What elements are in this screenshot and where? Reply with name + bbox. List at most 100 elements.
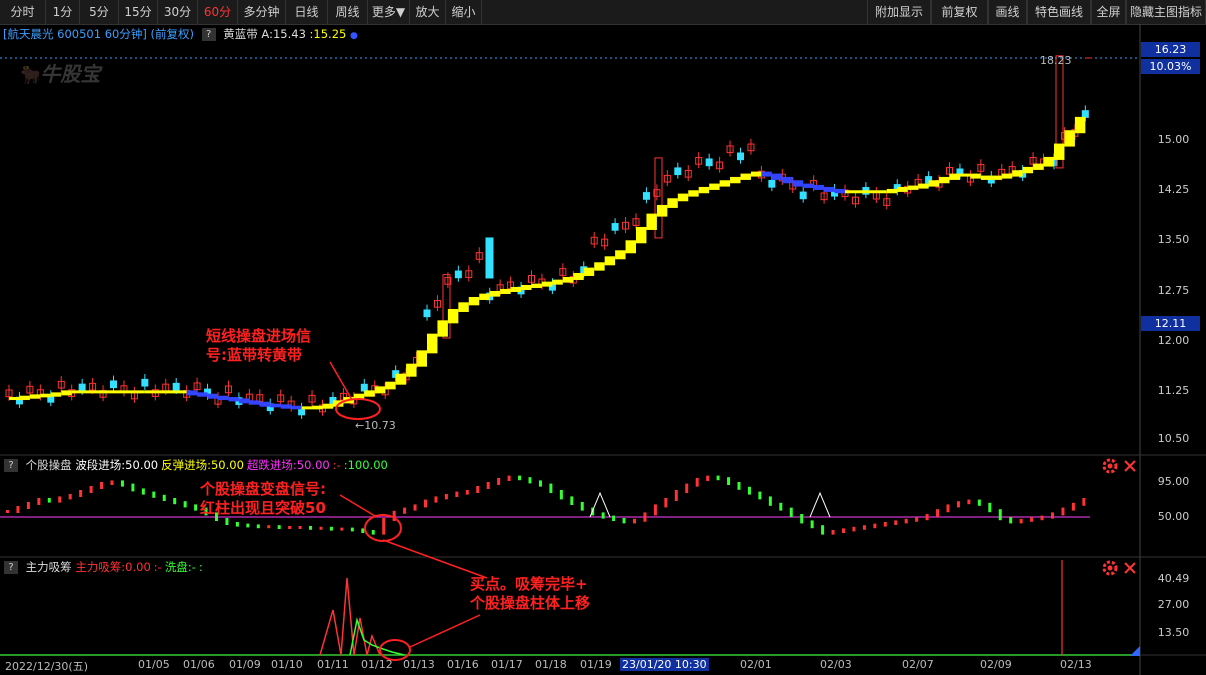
panel1-bar — [821, 525, 825, 535]
band-segment — [479, 293, 490, 300]
annotation-buy-point: 买点。吸筹完毕+ 个股操盘柱体上移 — [470, 575, 590, 613]
panel1-bar — [455, 491, 459, 497]
panel1-bar — [465, 490, 469, 495]
candle-body — [611, 223, 619, 231]
panel1-bar — [737, 482, 741, 490]
panel1-help-icon[interactable]: ? — [4, 459, 18, 472]
panel1-bar — [633, 518, 636, 524]
band-segment — [364, 390, 375, 397]
candle-body — [768, 179, 776, 188]
panel1-signal — [809, 491, 831, 518]
band-segment — [40, 393, 51, 398]
candle-body — [485, 237, 494, 279]
panel2-name[interactable]: 主力吸筹 — [26, 560, 72, 574]
date-label: 01/17 — [491, 658, 523, 671]
annotation-circle-1 — [335, 398, 381, 420]
min-price-label: ←10.73 — [355, 419, 396, 432]
yellow-blue-band — [9, 116, 1086, 410]
top-price-box: 16.23 — [1141, 42, 1200, 57]
band-segment — [165, 390, 177, 394]
annotation-entry-signal: 短线操盘进场信 号:蓝带转黄带 — [206, 327, 311, 365]
panel2-close-icon[interactable] — [1124, 562, 1136, 574]
panel1-bar — [497, 478, 501, 485]
band-segment — [886, 188, 898, 194]
panel1-bar — [183, 501, 187, 508]
band-segment — [489, 290, 501, 297]
annotation-line: 个股操盘柱体上移 — [470, 594, 591, 612]
band-segment — [61, 390, 72, 396]
band-segment — [573, 272, 584, 280]
band-segment — [531, 283, 542, 288]
panel2-gear-icon[interactable] — [1102, 560, 1118, 576]
panel1-bar — [382, 518, 386, 535]
band-segment — [1033, 163, 1044, 170]
band-segment — [82, 390, 93, 394]
candle-body — [360, 383, 368, 392]
band-segment — [301, 406, 313, 410]
band-segment — [468, 296, 480, 306]
band-segment — [970, 173, 981, 179]
band-segment — [134, 390, 145, 394]
band-segment — [897, 186, 908, 192]
band-segment — [50, 392, 62, 397]
band-segment — [750, 171, 762, 177]
date-label: 02/01 — [740, 658, 772, 671]
indicator-value: 超跌进场:50.00 — [246, 458, 330, 472]
candle-body — [737, 152, 744, 161]
panel1-bar — [225, 518, 229, 525]
panel1-bar — [58, 496, 62, 503]
band-segment — [865, 190, 877, 194]
band-segment — [280, 404, 292, 409]
band-segment — [615, 250, 626, 260]
band-segment — [447, 308, 459, 324]
panel1-bar — [68, 494, 72, 500]
band-segment — [719, 180, 731, 187]
panel1-bar — [444, 494, 448, 500]
indicator-value: :- — [153, 560, 162, 574]
panel1-bar — [486, 482, 490, 489]
candle-body — [423, 309, 431, 318]
panel2-tick: 13.50 — [1157, 626, 1190, 639]
candle-body — [110, 380, 117, 389]
panel1-bar — [831, 530, 835, 535]
panel1-bar — [653, 504, 657, 516]
date-label: 02/03 — [820, 658, 852, 671]
corner-arrow-icon[interactable] — [1130, 646, 1140, 656]
band-segment — [583, 267, 595, 276]
panel1-name[interactable]: 个股操盘 — [26, 458, 72, 472]
band-segment — [604, 256, 616, 266]
price-tick: 13.50 — [1157, 233, 1190, 246]
panel1-bar — [309, 526, 313, 530]
band-segment — [855, 190, 866, 194]
panel1-bar — [152, 491, 156, 498]
panel1-bar — [559, 490, 563, 500]
panel1-bar — [110, 480, 114, 485]
panel1-bar — [434, 496, 438, 503]
band-segment — [771, 173, 783, 180]
annotation-change-signal: 个股操盘变盘信号: 红柱出现且突破50 — [200, 480, 326, 518]
band-segment — [395, 373, 407, 385]
band-segment — [155, 390, 166, 394]
panel2-help-icon[interactable]: ? — [4, 561, 18, 574]
date-label: 01/05 — [138, 658, 170, 671]
panel1-bar — [288, 526, 292, 529]
panel1-close-icon[interactable] — [1124, 460, 1136, 472]
band-segment — [238, 398, 250, 404]
panel1-gear-icon[interactable] — [1102, 458, 1118, 474]
indicator-value: :100.00 — [343, 458, 388, 472]
panel1-bar — [79, 490, 83, 497]
price-tick: 14.25 — [1157, 183, 1190, 196]
panel1-bar — [235, 522, 239, 527]
band-segment — [113, 390, 124, 394]
panel1-bar — [664, 498, 668, 508]
band-segment — [562, 276, 574, 283]
date-label: 01/11 — [317, 658, 349, 671]
price-tick: 12.75 — [1157, 284, 1190, 297]
band-segment — [1064, 130, 1075, 147]
band-segment — [92, 390, 104, 394]
band-segment — [144, 390, 156, 394]
panel1-bar — [706, 475, 710, 481]
band-segment — [1001, 173, 1013, 179]
panel1-bar — [1019, 518, 1023, 524]
date-label: 02/13 — [1060, 658, 1092, 671]
